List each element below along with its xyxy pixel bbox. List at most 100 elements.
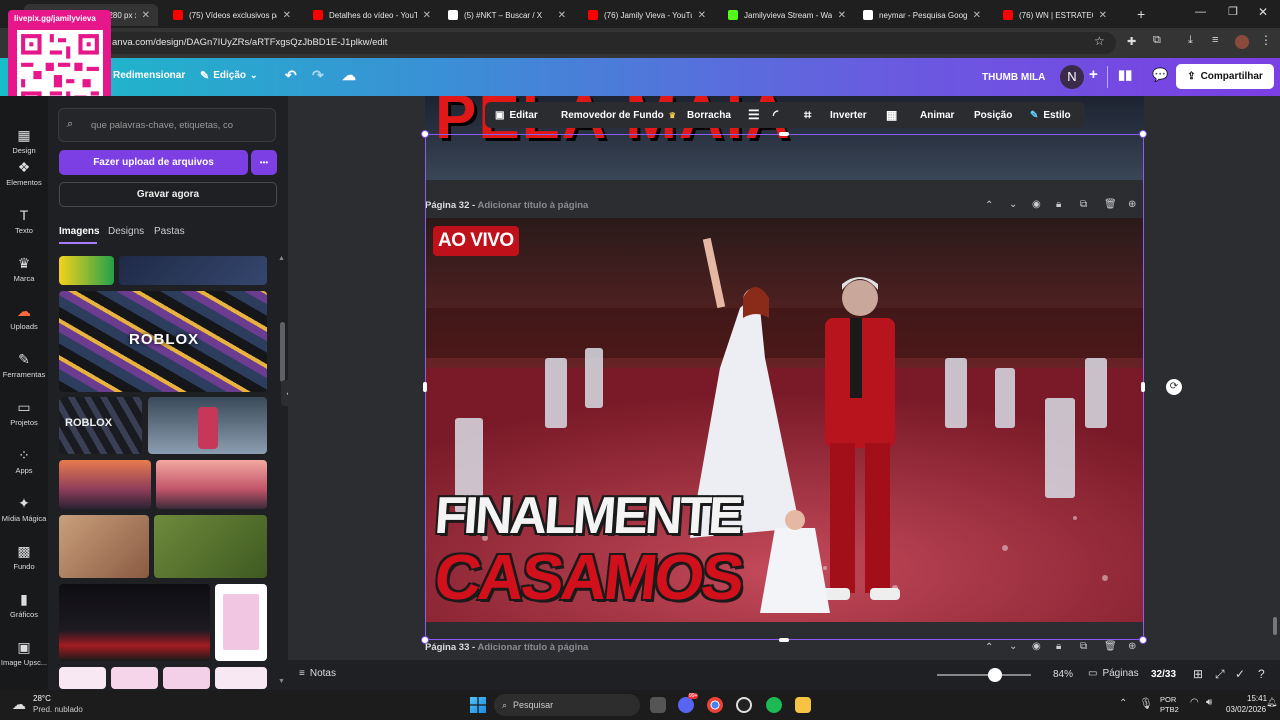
notification-bell-icon[interactable]: 🔔︎: [1266, 697, 1277, 708]
thumb-floral-4[interactable]: [215, 667, 267, 689]
lines-icon[interactable]: ☰: [748, 103, 760, 127]
resize-handle-bottom[interactable]: [779, 638, 789, 642]
discord-icon[interactable]: [678, 697, 694, 713]
volume-icon[interactable]: 🔊︎: [1206, 697, 1212, 708]
corner-rounding-icon[interactable]: ◜: [773, 103, 778, 127]
puzzle-icon[interactable]: ⧉: [1153, 34, 1161, 47]
window-minimize-icon[interactable]: —: [1195, 6, 1206, 18]
design-name[interactable]: THUMB MILA: [982, 72, 1045, 83]
resize-handle-br[interactable]: [1139, 636, 1147, 644]
thumb-grass-scene[interactable]: [154, 515, 267, 578]
zoom-slider-track[interactable]: [937, 674, 1031, 676]
window-restore-icon[interactable]: ❐: [1228, 5, 1238, 18]
rotate-handle-icon[interactable]: ⟳: [1166, 379, 1182, 395]
browser-tab[interactable]: neymar - Pesquisa Googl ✕: [855, 4, 989, 26]
help-icon[interactable]: ?: [1258, 667, 1265, 681]
mic-icon[interactable]: 🎙︎: [1139, 697, 1153, 710]
spotify-icon[interactable]: [766, 697, 782, 713]
panel-tab[interactable]: Pastas: [154, 226, 185, 237]
thumb-invitation[interactable]: [215, 584, 267, 661]
thumb-characters[interactable]: [148, 397, 267, 454]
scroll-up-icon[interactable]: ▲: [278, 255, 285, 262]
tab-close-icon[interactable]: ✕: [698, 10, 706, 21]
animate-button[interactable]: Animar: [920, 103, 954, 127]
search-input[interactable]: ⌕ que palavras-chave, etiquetas, co: [58, 108, 276, 142]
resize-handle-right[interactable]: [1141, 382, 1145, 392]
undo-icon[interactable]: ↶: [285, 67, 297, 84]
tray-chevron-icon[interactable]: ⌃: [1119, 698, 1127, 709]
thumb-sunset-group[interactable]: [59, 460, 151, 509]
thumb-night-scene[interactable]: [119, 256, 267, 285]
record-now-button[interactable]: Gravar agora: [59, 182, 277, 207]
rail-item-apps[interactable]: ⁘ Apps: [0, 448, 48, 475]
page-33-down-icon[interactable]: ⌄: [1009, 641, 1017, 652]
new-tab-button[interactable]: +: [1137, 6, 1145, 22]
thumb-floral-1[interactable]: [59, 667, 106, 689]
url-text[interactable]: anva.com/design/DAGn7IUyZRs/aRTFxgsQzJbB…: [112, 34, 387, 52]
share-button[interactable]: ⇪ Compartilhar: [1176, 64, 1274, 89]
rail-item-m-dia-m-gica[interactable]: ✦ Mídia Mágica: [0, 496, 48, 523]
tab-close-icon[interactable]: ✕: [558, 10, 566, 21]
zoom-level[interactable]: 84%: [1053, 669, 1073, 680]
thumb-roblox-collage[interactable]: ROBLOX: [59, 291, 267, 392]
transparency-icon[interactable]: ▦: [886, 103, 897, 127]
rail-item-ferramentas[interactable]: ✎ Ferramentas: [0, 352, 48, 379]
rail-item-texto[interactable]: T Texto: [0, 208, 48, 235]
page-33-lock-icon[interactable]: 🔒︎: [1056, 641, 1061, 652]
bg-remover-button[interactable]: Removedor de Fundo ♛: [561, 103, 676, 127]
file-explorer-icon[interactable]: [795, 697, 811, 713]
clock-date[interactable]: 03/02/2026: [1226, 705, 1266, 714]
browser-tab[interactable]: Jamilyvieva Stream - Wat ✕: [720, 4, 854, 26]
rail-item-gr-ficos[interactable]: ▮ Gráficos: [0, 592, 48, 619]
browser-tab[interactable]: (76) Jamily Vieva - YouTu ✕: [580, 4, 714, 26]
tab-close-icon[interactable]: ✕: [1099, 10, 1107, 21]
weather-icon[interactable]: ☁: [12, 696, 26, 713]
thumb-brazil[interactable]: [59, 256, 114, 285]
chrome-icon[interactable]: [707, 697, 723, 713]
wifi-icon[interactable]: ◠: [1190, 697, 1199, 708]
obs-icon[interactable]: [736, 697, 752, 713]
rail-item-elementos[interactable]: ❖ Elementos: [0, 160, 48, 187]
redo-icon[interactable]: ↷: [312, 67, 324, 84]
thumb-roblox-dark[interactable]: ROBLOX: [59, 397, 142, 454]
thumb-red-car[interactable]: [59, 584, 210, 661]
fullscreen-icon[interactable]: ⤢: [1215, 667, 1225, 682]
browser-tab[interactable]: (5) #NKT – Buscar / X ✕: [440, 4, 574, 26]
cloud-save-icon[interactable]: ☁: [342, 67, 356, 84]
insights-icon[interactable]: ▮▮: [1118, 67, 1132, 83]
rail-item-fundo[interactable]: ▩ Fundo: [0, 544, 48, 571]
taskbar-search[interactable]: ⌕ Pesquisar: [494, 694, 640, 716]
position-button[interactable]: Posição: [974, 103, 1012, 127]
panel-tab[interactable]: Imagens: [59, 226, 100, 237]
resize-handle-tl[interactable]: [421, 130, 429, 138]
browser-tab[interactable]: (75) Vídeos exclusivos par ✕: [165, 4, 299, 26]
page-33-delete-icon[interactable]: 🗑︎: [1104, 641, 1117, 652]
selection-frame[interactable]: [425, 134, 1144, 640]
notes-button[interactable]: ≡ Notas: [299, 668, 336, 679]
rail-item-design[interactable]: ▦ Design: [0, 128, 48, 155]
upload-files-button[interactable]: Fazer upload de arquivos: [59, 150, 248, 175]
user-avatar[interactable]: N: [1060, 65, 1084, 89]
check-icon[interactable]: ✓: [1235, 667, 1245, 681]
tab-close-icon[interactable]: ✕: [283, 10, 291, 21]
thumb-floral-3[interactable]: [163, 667, 210, 689]
browser-tab[interactable]: Detalhes do vídeo - YouTu ✕: [305, 4, 439, 26]
rail-item-marca[interactable]: ♛ Marca: [0, 256, 48, 283]
page-33-add-icon[interactable]: ⊕: [1128, 641, 1136, 652]
extension-icon[interactable]: ✚: [1127, 35, 1136, 48]
edit-mode-button[interactable]: ✎ Edição ⌄: [200, 69, 258, 82]
clock-time[interactable]: 15:41: [1247, 694, 1267, 703]
rail-item-uploads[interactable]: ☁ Uploads: [0, 304, 48, 331]
thumb-pink-group[interactable]: [156, 460, 267, 509]
workspace-scrollbar[interactable]: [1273, 617, 1277, 635]
media-icon[interactable]: ≡: [1212, 34, 1218, 46]
panel-scrollbar[interactable]: [280, 322, 285, 382]
flip-button[interactable]: Inverter: [830, 103, 867, 127]
page-33-up-icon[interactable]: ⌃: [985, 642, 993, 653]
page-count[interactable]: 32/33: [1151, 669, 1176, 680]
tab-close-icon[interactable]: ✕: [838, 10, 846, 21]
scroll-down-icon[interactable]: ▼: [278, 678, 285, 685]
download-icon[interactable]: ⤓: [1188, 34, 1193, 47]
crop-icon[interactable]: ⌗: [804, 103, 811, 127]
add-collaborator-icon[interactable]: +: [1089, 66, 1098, 83]
